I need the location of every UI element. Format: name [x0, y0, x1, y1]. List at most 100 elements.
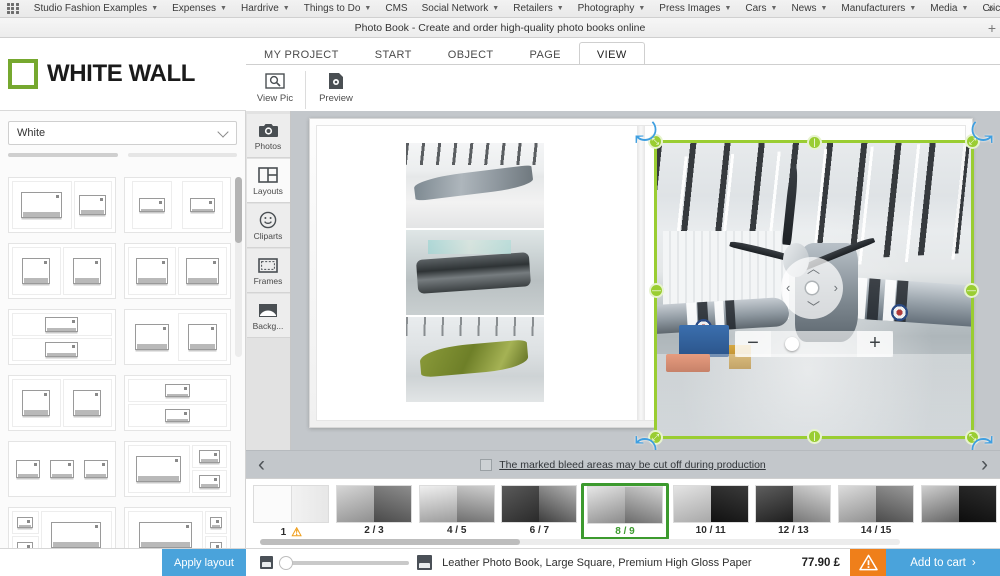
- page-thumbnail-strip: 1 ⚠ 2 / 3 4 / 5 6 / 7 8 / 9 10 / 11 12 /…: [246, 478, 1000, 548]
- page-thumbnail-10-11[interactable]: 10 / 11: [669, 483, 752, 536]
- page-thumbnail-6-7[interactable]: 6 / 7: [498, 483, 581, 536]
- layouts-scrollbar-thumb[interactable]: [235, 177, 242, 243]
- rotate-handle-bottom-left[interactable]: ⤾: [631, 430, 661, 450]
- brand-logo[interactable]: WHITE WALL: [8, 59, 195, 89]
- warning-triangle-icon[interactable]: [850, 548, 886, 576]
- bookmark-retailers[interactable]: Retailers ▼: [506, 3, 570, 14]
- layout-option[interactable]: [8, 375, 116, 431]
- pan-left-arrow[interactable]: ‹: [786, 281, 790, 294]
- resize-handle-bottom[interactable]: |: [807, 429, 822, 444]
- layout-option[interactable]: [8, 243, 116, 299]
- page-thumbnail-2-3[interactable]: 2 / 3: [333, 483, 416, 536]
- chevron-down-icon: ▼: [364, 5, 372, 12]
- background-color-select[interactable]: White: [8, 121, 237, 145]
- large-thumbnail-icon[interactable]: [417, 555, 432, 570]
- rotate-handle-bottom-right[interactable]: ⤾: [967, 430, 997, 450]
- bookmark-social-network[interactable]: Social Network ▼: [415, 3, 507, 14]
- thumbnail-strip-scrollbar[interactable]: [260, 539, 900, 545]
- browser-tab-title-bar[interactable]: Photo Book - Create and order high-quali…: [0, 18, 1000, 38]
- add-to-cart-button[interactable]: Add to cart ›: [886, 548, 1000, 576]
- tool-frames[interactable]: Frames: [246, 249, 290, 293]
- bookmark-hardrive[interactable]: Hardrive ▼: [234, 3, 297, 14]
- bookmark-photography[interactable]: Photography ▼: [571, 3, 653, 14]
- bleed-checkbox[interactable]: [480, 458, 493, 471]
- page-thumbnail-8-9[interactable]: 8 / 9: [580, 483, 670, 540]
- new-tab-button[interactable]: +: [988, 20, 996, 36]
- photo-merlin-engines[interactable]: [406, 230, 544, 315]
- zoom-slider-track[interactable]: [771, 331, 857, 357]
- book-spread: ⤡ ⤢ ⤢ ⤡ | | — — ⤾ ⤾ ⤾ ⤾ ︿ ﹀ ‹ › − +: [309, 118, 993, 450]
- preview-button[interactable]: Preview: [310, 68, 362, 104]
- page-thumbnail-4-5[interactable]: 4 / 5: [415, 483, 498, 536]
- zoom-out-button[interactable]: −: [735, 330, 771, 357]
- thumbnail-size-track[interactable]: [279, 555, 409, 570]
- rotate-handle-top-left[interactable]: ⤾: [631, 119, 661, 149]
- layout-option[interactable]: [123, 177, 231, 233]
- bookmark-press-images[interactable]: Press Images ▼: [652, 3, 738, 14]
- zoom-in-button[interactable]: +: [857, 330, 893, 357]
- tool-background[interactable]: Backg...: [246, 294, 290, 338]
- bookmarks-overflow-icon[interactable]: »: [988, 3, 994, 15]
- layout-tab-right[interactable]: [127, 153, 237, 157]
- bookmark-cars[interactable]: Cars ▼: [738, 3, 784, 14]
- tool-cliparts[interactable]: Cliparts: [246, 204, 290, 248]
- layouts-scrollbar[interactable]: [235, 177, 242, 357]
- bookmark-cms[interactable]: CMS: [378, 3, 414, 14]
- thumbnail-size-slider[interactable]: [260, 555, 432, 570]
- layout-option[interactable]: [8, 441, 116, 497]
- pan-down-arrow[interactable]: ﹀: [807, 301, 820, 314]
- spread-inner: ⤡ ⤢ ⤢ ⤡ | | — — ⤾ ⤾ ⤾ ⤾ ︿ ﹀ ‹ › − +: [316, 118, 993, 450]
- page-thumbnail-12-13[interactable]: 12 / 13: [752, 483, 835, 536]
- pan-dpad-icon[interactable]: ︿ ﹀ ‹ ›: [781, 256, 843, 319]
- layout-option[interactable]: [123, 375, 231, 431]
- photo-spitfire-hangar[interactable]: [406, 143, 544, 228]
- tab-label: PAGE: [529, 49, 561, 61]
- apply-layout-button[interactable]: Apply layout: [162, 548, 246, 576]
- pan-center-handle[interactable]: [806, 281, 818, 294]
- bleed-notice[interactable]: The marked bleed areas may be cut off du…: [480, 458, 766, 471]
- layout-option[interactable]: [8, 309, 116, 365]
- previous-page-button[interactable]: ‹: [258, 454, 265, 475]
- apps-grid-icon[interactable]: [7, 2, 19, 15]
- thumbnail-size-knob[interactable]: [279, 555, 293, 570]
- bookmark-studio-fashion-examples[interactable]: Studio Fashion Examples ▼: [27, 3, 165, 14]
- pan-up-arrow[interactable]: ︿: [807, 262, 820, 275]
- rotate-handle-top-right[interactable]: ⤾: [967, 118, 997, 149]
- resize-handle-right[interactable]: —: [964, 282, 979, 298]
- small-thumbnail-icon[interactable]: [260, 556, 273, 569]
- bookmark-expenses[interactable]: Expenses ▼: [165, 3, 234, 14]
- layout-category-tabs[interactable]: [0, 149, 245, 157]
- resize-handle-left[interactable]: —: [649, 282, 664, 298]
- zoom-slider-knob[interactable]: [785, 336, 799, 351]
- tool-photos[interactable]: Photos: [246, 114, 290, 158]
- bookmark-news[interactable]: News ▼: [784, 3, 834, 14]
- bleed-notice-label[interactable]: The marked bleed areas may be cut off du…: [499, 459, 766, 471]
- layout-option[interactable]: [123, 243, 231, 299]
- bookmark-label: Manufacturers: [841, 3, 906, 14]
- page-thumbnail-14-15[interactable]: 14 / 15: [835, 483, 918, 536]
- page-canvas[interactable]: ⤡ ⤢ ⤢ ⤡ | | — — ⤾ ⤾ ⤾ ⤾ ︿ ﹀ ‹ › − +: [291, 111, 1000, 450]
- page-thumbnail-1[interactable]: 1 ⚠: [250, 483, 333, 539]
- layout-tab-left[interactable]: [8, 153, 118, 157]
- bookmark-manufacturers[interactable]: Manufacturers ▼: [834, 3, 923, 14]
- photo-harvard-trainer[interactable]: [406, 317, 544, 402]
- app-header: WHITE WALL MY PROJECT START OBJECT PAGE …: [0, 39, 1000, 111]
- preview-page-icon: [325, 71, 347, 91]
- photo-zoom-slider[interactable]: − +: [735, 330, 893, 357]
- tool-layouts[interactable]: Layouts: [246, 159, 290, 203]
- pan-right-arrow[interactable]: ›: [834, 281, 838, 294]
- chevron-down-icon: ▼: [820, 5, 828, 12]
- layout-option[interactable]: [8, 507, 116, 548]
- selected-photo-frame[interactable]: ⤡ ⤢ ⤢ ⤡ | | — — ⤾ ⤾ ⤾ ⤾ ︿ ﹀ ‹ › − +: [635, 118, 994, 450]
- page-thumbnail-next-partial[interactable]: [917, 483, 1000, 523]
- layout-option[interactable]: [123, 309, 231, 365]
- bookmark-media[interactable]: Media ▼: [923, 3, 975, 14]
- layout-option[interactable]: [123, 507, 231, 548]
- layout-option[interactable]: [8, 177, 116, 233]
- bookmark-things-to-do[interactable]: Things to Do ▼: [297, 3, 379, 14]
- view-pic-button[interactable]: View Pic: [249, 68, 301, 104]
- layout-option[interactable]: [123, 441, 231, 497]
- next-page-button[interactable]: ›: [981, 454, 988, 475]
- thumbnail-strip-scrollbar-thumb[interactable]: [260, 539, 520, 545]
- resize-handle-top[interactable]: |: [807, 135, 822, 150]
